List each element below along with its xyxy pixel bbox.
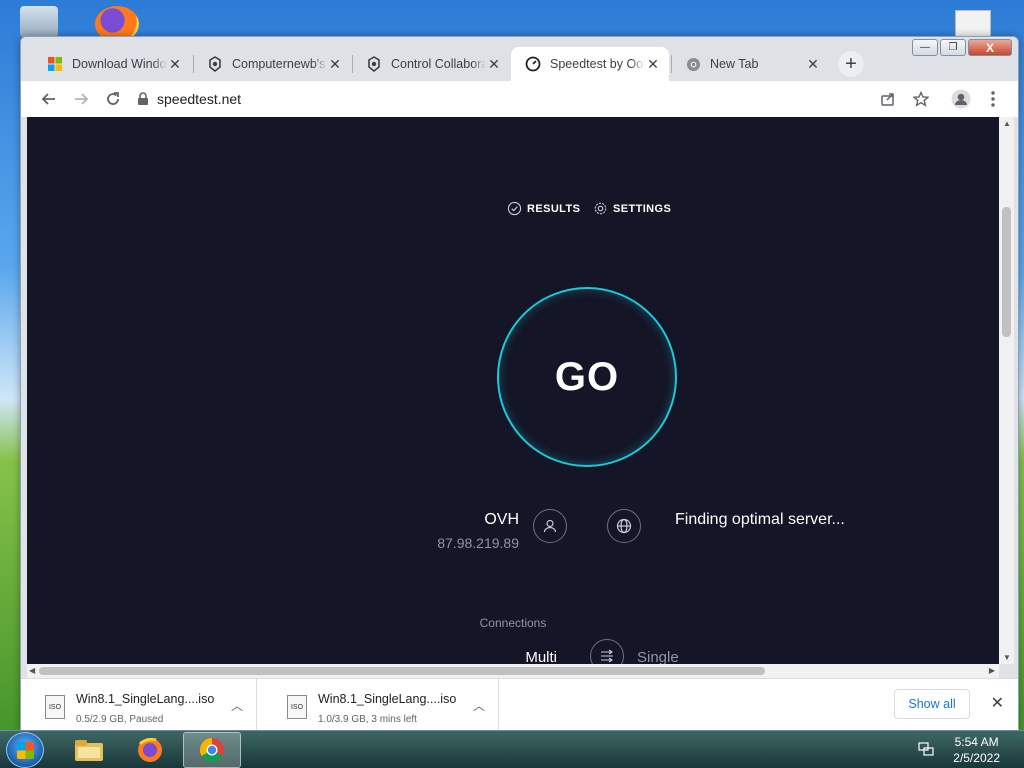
share-icon (881, 93, 894, 106)
scroll-down-icon[interactable]: ▼ (1003, 653, 1011, 662)
windows-logo-icon (47, 56, 63, 72)
maximize-button[interactable]: ❐ (940, 39, 966, 56)
firefox-icon (138, 738, 162, 762)
tab-title: Download Windows (72, 57, 167, 71)
forward-button[interactable] (67, 85, 95, 113)
start-button[interactable] (6, 732, 44, 768)
horizontal-scroll-thumb[interactable] (39, 667, 765, 675)
clock-date: 2/5/2022 (953, 751, 1000, 765)
speedtest-page: RESULTS SETTINGS GO OVH 87.98.219.89 Fin… (27, 117, 999, 664)
chrome-window: Download Windows ✕ Computernewb's ✕ Cont… (20, 36, 1019, 731)
tab-speedtest[interactable]: Speedtest by Ookla ✕ (511, 47, 669, 81)
server-status: Finding optimal server... (675, 511, 845, 528)
go-button[interactable]: GO (497, 287, 677, 467)
tab-close-icon[interactable]: ✕ (327, 56, 343, 72)
download-filename: Win8.1_SingleLang....iso (318, 692, 457, 706)
computernewb-icon (207, 56, 223, 72)
results-link[interactable]: RESULTS (507, 201, 580, 216)
back-arrow-icon (41, 93, 55, 105)
star-icon (913, 91, 929, 107)
globe-icon[interactable] (607, 509, 641, 543)
back-button[interactable] (35, 85, 63, 113)
tab-close-icon[interactable]: ✕ (645, 56, 661, 72)
tab-computernewb[interactable]: Computernewb's ✕ (193, 47, 351, 81)
taskbar-explorer-button[interactable] (60, 732, 118, 768)
connections-toggle-icon[interactable] (590, 639, 624, 664)
settings-link[interactable]: SETTINGS (593, 201, 671, 216)
chrome-icon (685, 56, 701, 72)
browser-toolbar: speedtest.net (21, 81, 1018, 117)
tab-title: New Tab (710, 57, 759, 71)
close-window-button[interactable]: X (968, 39, 1012, 56)
tab-close-icon[interactable]: ✕ (805, 56, 821, 72)
vertical-scroll-thumb[interactable] (1002, 207, 1011, 337)
taskbar: 5:54 AM 2/5/2022 (0, 730, 1024, 768)
tab-download-windows[interactable]: Download Windows ✕ (33, 47, 191, 81)
gear-icon (594, 202, 607, 215)
menu-button[interactable] (979, 85, 1007, 113)
tab-new-tab[interactable]: New Tab ✕ (671, 47, 829, 81)
network-tray-icon[interactable] (918, 741, 934, 760)
iso-file-icon: ISO (45, 695, 65, 719)
clock-time: 5:54 AM (954, 735, 999, 749)
profile-button[interactable] (947, 85, 975, 113)
url-text: speedtest.net (157, 91, 242, 107)
download-shelf: ISO Win8.1_SingleLang....iso 0.5/2.9 GB,… (21, 678, 1018, 731)
tab-strip: Download Windows ✕ Computernewb's ✕ Cont… (21, 37, 1018, 81)
folder-icon (75, 740, 103, 761)
forward-arrow-icon (75, 93, 89, 105)
bookmark-button[interactable] (907, 85, 935, 113)
results-label: RESULTS (527, 202, 581, 215)
horizontal-scrollbar[interactable]: ◀ ▶ (27, 664, 999, 678)
chevron-up-icon[interactable]: ︿ (231, 697, 243, 714)
new-tab-button[interactable]: + (838, 51, 864, 77)
tab-title: Control Collaborative (391, 57, 486, 71)
taskbar-firefox-button[interactable] (121, 732, 179, 768)
tab-title: Computernewb's (232, 57, 326, 71)
connections-multi-option[interactable]: Multi (525, 649, 557, 664)
minimize-button[interactable]: — (912, 39, 938, 56)
speedtest-icon (525, 56, 541, 72)
windows-flag-icon (17, 742, 34, 759)
iso-file-icon: ISO (287, 695, 307, 719)
scroll-right-icon[interactable]: ▶ (989, 666, 995, 675)
chrome-taskbar-icon (199, 738, 224, 763)
taskbar-chrome-button[interactable] (183, 732, 241, 768)
user-icon (533, 509, 567, 543)
download-filename: Win8.1_SingleLang....iso (76, 692, 215, 706)
check-circle-icon (507, 201, 522, 216)
reload-icon (107, 92, 119, 105)
system-clock[interactable]: 5:54 AM 2/5/2022 (953, 734, 1000, 766)
download-item[interactable]: ISO Win8.1_SingleLang....iso 0.5/2.9 GB,… (21, 679, 257, 731)
recycle-bin-icon[interactable] (20, 6, 58, 40)
download-status: 1.0/3.9 GB, 3 mins left (318, 714, 417, 725)
more-vert-icon (991, 91, 995, 107)
connections-single-option[interactable]: Single (637, 649, 679, 664)
tab-close-icon[interactable]: ✕ (486, 56, 502, 72)
show-all-downloads-button[interactable]: Show all (894, 689, 970, 719)
connections-label: Connections (479, 616, 547, 630)
download-status: 0.5/2.9 GB, Paused (76, 714, 164, 725)
isp-name: OVH (484, 511, 519, 528)
isp-ip-address: 87.98.219.89 (437, 535, 519, 551)
vertical-scrollbar[interactable]: ▲ ▼ (999, 117, 1014, 664)
window-controls: — ❐ X (912, 39, 1012, 56)
address-bar[interactable]: speedtest.net (137, 85, 867, 113)
scroll-up-icon[interactable]: ▲ (1003, 119, 1011, 128)
tab-control-collaborative[interactable]: Control Collaborative ✕ (352, 47, 510, 81)
close-shelf-icon[interactable]: ✕ (991, 693, 1004, 713)
lock-icon (138, 92, 148, 105)
scroll-left-icon[interactable]: ◀ (29, 666, 35, 675)
tab-title: Speedtest by Ookla (550, 57, 645, 71)
reload-button[interactable] (99, 85, 127, 113)
chevron-up-icon[interactable]: ︿ (473, 697, 485, 714)
share-button[interactable] (874, 85, 902, 113)
download-item[interactable]: ISO Win8.1_SingleLang....iso 1.0/3.9 GB,… (263, 679, 499, 731)
computernewb-icon (366, 56, 382, 72)
settings-label: SETTINGS (613, 202, 672, 215)
tab-close-icon[interactable]: ✕ (167, 56, 183, 72)
profile-avatar-icon (951, 89, 971, 109)
